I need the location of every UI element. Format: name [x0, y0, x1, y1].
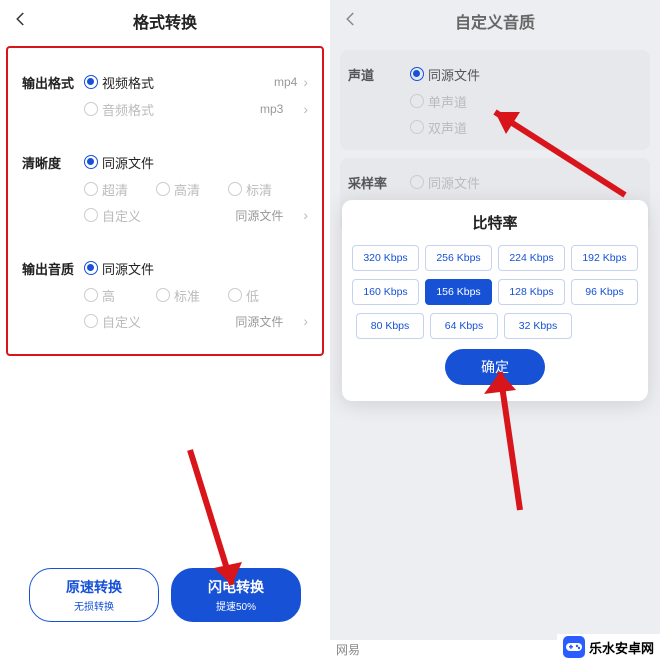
- radio-icon: [84, 75, 98, 89]
- audio-quality-label: 输出音质: [22, 259, 84, 278]
- sample-rate-label: 采样率: [348, 173, 410, 192]
- quality-custom-value: 同源文件: [235, 313, 285, 330]
- option-clarity-custom[interactable]: 自定义: [84, 206, 142, 225]
- option-clarity-source[interactable]: 同源文件: [84, 153, 154, 172]
- radio-icon: [84, 155, 98, 169]
- bitrate-option-64[interactable]: 64 Kbps: [430, 313, 498, 339]
- bitrate-grid: 320 Kbps 256 Kbps 224 Kbps 192 Kbps 160 …: [352, 245, 638, 305]
- chevron-right-icon: ›: [299, 101, 308, 117]
- gamepad-icon: [563, 636, 585, 658]
- radio-icon: [84, 182, 98, 196]
- radio-icon: [156, 182, 170, 196]
- bitrate-option-160[interactable]: 160 Kbps: [352, 279, 419, 305]
- clarity-card: 清晰度 同源文件 超清 高清 标清 自定义 同源文件 ›: [14, 138, 316, 238]
- option-clarity-std[interactable]: 标清: [228, 180, 286, 199]
- page-title: 自定义音质: [455, 9, 535, 33]
- site-logo-bar: 乐水安卓网: [557, 634, 660, 660]
- audio-format-value: mp3: [260, 102, 285, 116]
- page-title: 格式转换: [133, 9, 197, 33]
- modal-title: 比特率: [352, 212, 638, 233]
- radio-icon: [84, 314, 98, 328]
- bitrate-option-80[interactable]: 80 Kbps: [356, 313, 424, 339]
- radio-icon: [410, 175, 424, 189]
- radio-icon: [84, 208, 98, 222]
- radio-icon: [156, 288, 170, 302]
- back-button[interactable]: [342, 10, 360, 33]
- radio-icon: [410, 94, 424, 108]
- option-quality-low[interactable]: 低: [228, 286, 286, 305]
- confirm-button[interactable]: 确定: [445, 349, 545, 385]
- chevron-right-icon[interactable]: ›: [299, 74, 308, 90]
- radio-icon: [228, 182, 242, 196]
- audio-quality-card: 输出音质 同源文件 高 标准 低 自定义 同源文件 ›: [14, 244, 316, 344]
- channel-card: 声道 同源文件 单声道 双声道: [340, 50, 650, 150]
- option-clarity-high[interactable]: 高清: [156, 180, 214, 199]
- video-format-value: mp4: [274, 75, 299, 89]
- output-format-label: 输出格式: [22, 73, 84, 92]
- bitrate-option-96[interactable]: 96 Kbps: [571, 279, 638, 305]
- option-video-format[interactable]: 视频格式: [84, 73, 154, 92]
- bitrate-option-192[interactable]: 192 Kbps: [571, 245, 638, 271]
- option-channel-mono[interactable]: 单声道: [410, 92, 468, 111]
- bitrate-option-256[interactable]: 256 Kbps: [425, 245, 492, 271]
- screen-custom-audio: 自定义音质 声道 同源文件 单声道 双声道 采样率 同源文件: [330, 0, 660, 640]
- radio-icon: [410, 67, 424, 81]
- clarity-custom-value: 同源文件: [235, 207, 285, 224]
- bitrate-option-320[interactable]: 320 Kbps: [352, 245, 419, 271]
- site-name: 乐水安卓网: [589, 638, 654, 657]
- radio-icon: [228, 288, 242, 302]
- option-quality-source[interactable]: 同源文件: [84, 259, 154, 278]
- channel-label: 声道: [348, 65, 410, 84]
- option-quality-high[interactable]: 高: [84, 286, 142, 305]
- output-format-card: 输出格式 视频格式 mp4 › 音频格式 mp3 ›: [14, 58, 316, 132]
- fast-convert-button[interactable]: 闪电转换 提速50%: [171, 568, 301, 622]
- brand-watermark: 网易: [336, 641, 360, 658]
- bottom-button-bar: 原速转换 无损转换 闪电转换 提速50%: [0, 568, 330, 622]
- option-channel-source[interactable]: 同源文件: [410, 65, 480, 84]
- option-quality-custom[interactable]: 自定义: [84, 312, 142, 331]
- bitrate-option-224[interactable]: 224 Kbps: [498, 245, 565, 271]
- highlighted-settings-box: 输出格式 视频格式 mp4 › 音频格式 mp3 ›: [6, 46, 324, 356]
- bitrate-option-128[interactable]: 128 Kbps: [498, 279, 565, 305]
- option-audio-format[interactable]: 音频格式: [84, 100, 154, 119]
- radio-icon: [410, 120, 424, 134]
- radio-icon: [84, 102, 98, 116]
- option-channel-stereo[interactable]: 双声道: [410, 118, 468, 137]
- bitrate-option-156-selected[interactable]: 156 Kbps: [425, 279, 492, 305]
- radio-icon: [84, 288, 98, 302]
- header: 自定义音质: [330, 0, 660, 42]
- radio-icon: [84, 261, 98, 275]
- chevron-right-icon: ›: [299, 313, 308, 329]
- bitrate-option-32[interactable]: 32 Kbps: [504, 313, 572, 339]
- bitrate-grid-row3: 80 Kbps 64 Kbps 32 Kbps: [352, 313, 638, 339]
- chevron-left-icon: [12, 10, 30, 28]
- clarity-label: 清晰度: [22, 153, 84, 172]
- bitrate-modal: 比特率 320 Kbps 256 Kbps 224 Kbps 192 Kbps …: [342, 200, 648, 401]
- chevron-right-icon: ›: [299, 207, 308, 223]
- header: 格式转换: [0, 0, 330, 42]
- back-button[interactable]: [12, 10, 30, 33]
- screen-format-convert: 格式转换 输出格式 视频格式 mp4 › 音频格式: [0, 0, 330, 640]
- option-clarity-super[interactable]: 超清: [84, 180, 142, 199]
- option-quality-std[interactable]: 标准: [156, 286, 214, 305]
- normal-convert-button[interactable]: 原速转换 无损转换: [29, 568, 159, 622]
- option-sample-source[interactable]: 同源文件: [410, 173, 480, 192]
- chevron-left-icon: [342, 10, 360, 28]
